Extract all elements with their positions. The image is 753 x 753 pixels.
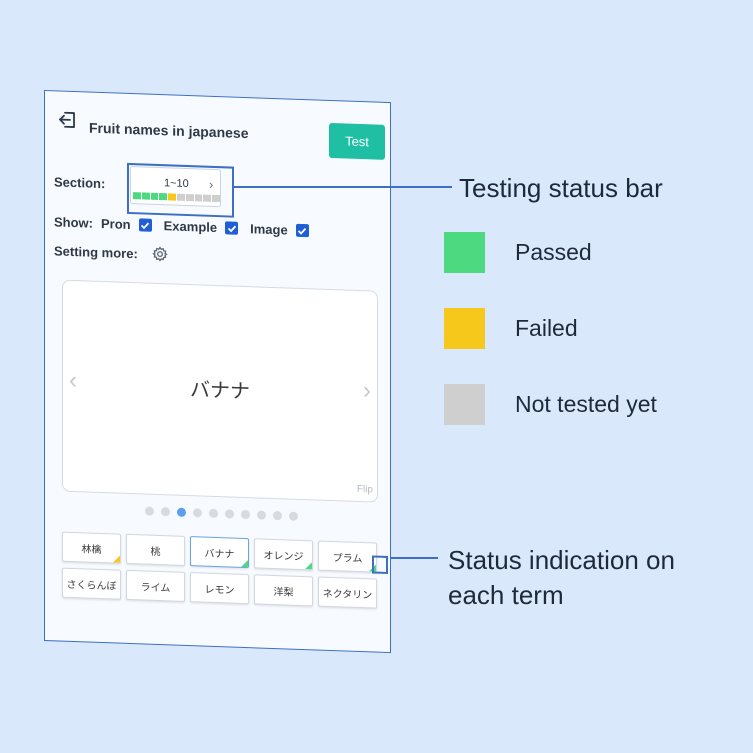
annotation-status-bar: Testing status bar [459, 173, 663, 203]
page-title: Fruit names in japanese [89, 119, 249, 142]
example-checkbox[interactable] [225, 221, 239, 235]
term-item[interactable]: 桃 [126, 533, 185, 566]
term-item[interactable]: 洋梨 [254, 574, 313, 607]
status-bar-connector [234, 186, 452, 188]
legend-not-tested-label: Not tested yet [515, 391, 657, 417]
pron-checkbox[interactable] [138, 218, 152, 232]
pagination-dot[interactable] [161, 507, 170, 517]
flip-label[interactable]: Flip [357, 484, 373, 496]
term-text: 洋梨 [273, 586, 294, 599]
term-item[interactable]: ネクタリン [318, 576, 377, 609]
pagination-dot[interactable] [193, 508, 202, 518]
setting-more-row: Setting more: [54, 242, 168, 262]
legend-passed-label: Passed [515, 239, 592, 265]
pagination-dot[interactable] [241, 509, 250, 520]
not-tested-swatch [444, 384, 485, 425]
term-text: オレンジ [263, 550, 304, 563]
pagination-dot[interactable] [273, 510, 282, 521]
show-example-label: Example [163, 218, 218, 236]
term-status-indicator [241, 559, 248, 568]
term-text: 林檎 [81, 543, 102, 556]
flashcard-term: バナナ [190, 377, 250, 404]
gear-icon[interactable] [152, 246, 168, 263]
legend-passed: Passed [444, 232, 592, 273]
term-text: さくらんぼ [66, 579, 117, 593]
term-item[interactable]: 林檎 [62, 531, 121, 564]
show-pron-label: Pron [101, 215, 131, 233]
term-item[interactable]: プラム [318, 540, 377, 573]
legend-not-tested: Not tested yet [444, 384, 657, 425]
term-text: ネクタリン [322, 588, 373, 601]
term-status-indicator [305, 562, 312, 570]
flashcard[interactable]: ‹ バナナ › Flip [62, 279, 378, 503]
setting-more-label: Setting more: [54, 242, 138, 261]
show-options: Show: Pron Example Image [54, 214, 321, 238]
term-item[interactable]: さくらんぼ [62, 567, 121, 600]
pagination-dot[interactable] [209, 508, 218, 519]
legend-failed-label: Failed [515, 315, 578, 341]
show-label: Show: [54, 214, 93, 231]
image-checkbox[interactable] [295, 223, 309, 238]
pagination-dot[interactable] [145, 506, 154, 516]
annotation-term-status: Status indication on each term [448, 545, 675, 610]
term-status-indicator [113, 555, 120, 563]
term-text: バナナ [204, 548, 235, 561]
term-item[interactable]: レモン [190, 572, 249, 605]
failed-swatch [444, 308, 485, 349]
chevron-right-icon[interactable]: › [363, 377, 371, 405]
term-status-connector [391, 557, 438, 559]
term-grid: 林檎 桃 バナナ オレンジ プラムさくらんぼ ライム レモン 洋梨 ネクタリン [62, 531, 380, 609]
test-button[interactable]: Test [329, 122, 385, 160]
legend-failed: Failed [444, 308, 578, 349]
term-item[interactable]: オレンジ [254, 538, 313, 571]
term-text: レモン [204, 584, 235, 597]
pagination-dot[interactable] [225, 509, 234, 519]
pagination-dots [145, 506, 298, 521]
status-bar-highlight [127, 162, 234, 218]
app-panel: Fruit names in japanese Test Section: 1~… [44, 90, 391, 654]
pagination-dot[interactable] [289, 511, 298, 521]
term-status-highlight [372, 555, 388, 575]
term-text: プラム [332, 552, 363, 565]
section-label: Section: [54, 174, 106, 192]
exit-icon[interactable] [57, 108, 79, 131]
pagination-dot[interactable] [177, 507, 186, 517]
show-image-label: Image [250, 221, 288, 238]
term-text: 桃 [150, 546, 161, 558]
term-text: ライム [140, 581, 171, 594]
term-item[interactable]: ライム [126, 569, 185, 602]
pagination-dot[interactable] [257, 510, 266, 520]
term-item[interactable]: バナナ [190, 536, 249, 569]
passed-swatch [444, 232, 485, 273]
